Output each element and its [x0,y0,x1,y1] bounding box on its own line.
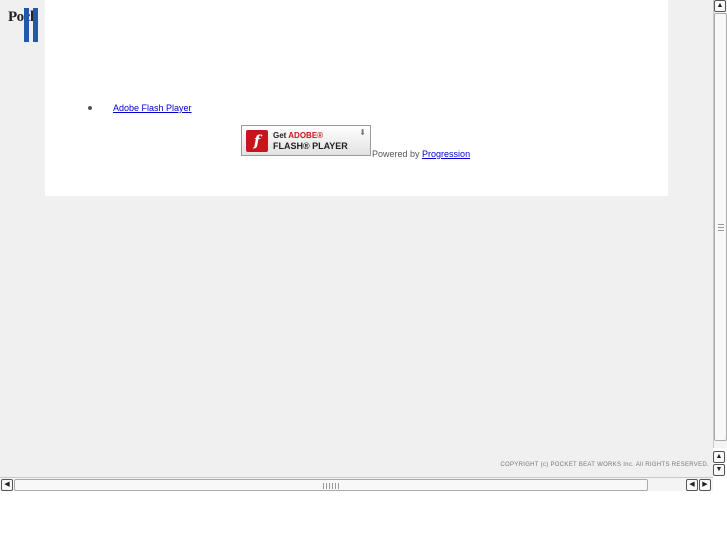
page-viewport: Pock Adobe Flash Player f Get ADOBE® FLA… [0,0,713,477]
scroll-left-button[interactable]: ◀ [1,479,13,491]
pocket-logo[interactable]: Pock [6,6,38,42]
flash-badge-line1: Get ADOBE® [273,131,324,140]
logo-bar-right [33,8,38,42]
grip-icon [323,483,339,489]
inner-scroll-up-button[interactable]: ▲ [713,451,725,463]
scroll-up-button[interactable]: ▲ [714,0,726,12]
bullet-icon [88,106,92,110]
inner-scroll-down-button[interactable]: ▼ [713,464,725,476]
vertical-scrollbar[interactable]: ▲ [713,0,727,448]
logo-bar-left [24,8,29,42]
flash-logo-icon: f [246,130,268,152]
flash-badge-product: FLASH® PLAYER [273,141,348,151]
content-panel: Adobe Flash Player f Get ADOBE® FLASH® P… [45,0,668,196]
inner-vertical-scrollbar[interactable]: ▲ ▼ [713,450,727,478]
download-icon: ⬇ [359,128,366,137]
arrow-right-icon: ▶ [702,481,708,488]
arrow-down-icon: ▼ [715,466,723,473]
horizontal-scroll-thumb[interactable] [14,479,648,491]
adobe-flash-player-link[interactable]: Adobe Flash Player [113,103,192,113]
grip-icon [718,223,724,231]
arrow-left-icon: ◀ [689,481,695,488]
vertical-scroll-thumb[interactable] [714,13,727,441]
horizontal-scrollbar[interactable]: ◀ ◀ ▶ [0,477,713,491]
arrow-up-icon: ▲ [715,453,723,460]
scroll-left-button-2[interactable]: ◀ [686,479,698,491]
powered-by-text: Powered by Progression [372,149,471,159]
arrow-up-icon: ▲ [716,2,724,9]
arrow-left-icon: ◀ [4,481,10,488]
get-flash-player-button[interactable]: f Get ADOBE® FLASH® PLAYER ⬇ [241,125,371,156]
progression-link[interactable]: Progression [422,149,470,159]
copyright-text: COPYRIGHT (c) POCKET BEAT WORKS Inc. All… [500,462,709,468]
scroll-right-button[interactable]: ▶ [699,479,711,491]
